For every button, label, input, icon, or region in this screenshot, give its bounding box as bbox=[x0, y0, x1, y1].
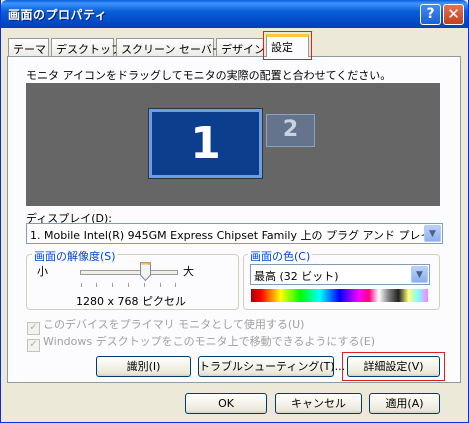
slider-tick bbox=[160, 283, 161, 287]
resolution-slider-track[interactable] bbox=[80, 270, 178, 275]
resolution-low-label: 小 bbox=[37, 265, 48, 278]
settings-tab-highlight bbox=[263, 31, 312, 60]
troubleshoot-button[interactable]: トラブルシューティング(T)... bbox=[198, 356, 345, 377]
color-sample-bar bbox=[251, 289, 428, 302]
slider-tick bbox=[96, 283, 97, 287]
chevron-down-icon[interactable]: ▼ bbox=[424, 225, 441, 242]
tab-desktop[interactable]: デスクトップ bbox=[51, 38, 122, 56]
cancel-button[interactable]: キャンセル bbox=[275, 393, 362, 414]
resolution-title: 画面の解像度(S) bbox=[32, 248, 118, 264]
slider-tick bbox=[112, 283, 113, 287]
close-button[interactable]: ✕ bbox=[443, 4, 464, 25]
resolution-value: 1280 x 768 ピクセル bbox=[76, 295, 186, 308]
window-title: 画面のプロパティ bbox=[8, 8, 108, 22]
instruction-text: モニタ アイコンをドラッグしてモニタの実際の配置と合わせてください。 bbox=[26, 69, 392, 82]
identify-button[interactable]: 識別(I) bbox=[96, 356, 191, 377]
monitor-1-icon[interactable]: 1 bbox=[148, 108, 263, 179]
resolution-slider-thumb[interactable] bbox=[140, 262, 152, 281]
tab-appearance[interactable]: デザイン bbox=[216, 38, 265, 56]
slider-tick bbox=[175, 283, 176, 287]
display-select-value: 1. Mobile Intel(R) 945GM Express Chipset… bbox=[30, 229, 425, 242]
color-select[interactable]: 最高 (32 ビット) ▼ bbox=[250, 264, 430, 285]
title-bar[interactable]: 画面のプロパティ ? ✕ bbox=[1, 0, 468, 28]
extend-desktop-label: Windows デスクトップをこのモニタ上で移動できるようにする(E) bbox=[43, 335, 376, 348]
checkmark-icon: ✓ bbox=[27, 339, 40, 352]
help-button[interactable]: ? bbox=[420, 4, 441, 25]
tab-screensaver[interactable]: スクリーン セーバー bbox=[116, 38, 223, 56]
display-select[interactable]: 1. Mobile Intel(R) 945GM Express Chipset… bbox=[26, 223, 443, 244]
slider-tick bbox=[128, 283, 129, 287]
ok-button[interactable]: OK bbox=[185, 393, 267, 414]
apply-button[interactable]: 適用(A) bbox=[369, 393, 440, 414]
monitor-2-icon[interactable]: 2 bbox=[266, 114, 315, 147]
chevron-down-icon[interactable]: ▼ bbox=[411, 266, 428, 283]
extend-desktop-checkbox[interactable]: ✓ Windows デスクトップをこのモニタ上で移動できるようにする(E) bbox=[27, 333, 375, 352]
slider-tick bbox=[144, 283, 145, 287]
resolution-high-label: 大 bbox=[183, 265, 194, 278]
primary-monitor-label: このデバイスをプライマリ モニタとして使用する(U) bbox=[43, 318, 305, 331]
slider-tick bbox=[81, 283, 82, 287]
color-title: 画面の色(C) bbox=[248, 248, 313, 264]
color-select-value: 最高 (32 ビット) bbox=[254, 270, 339, 283]
advanced-button-highlight bbox=[342, 352, 445, 381]
tab-themes[interactable]: テーマ bbox=[8, 38, 49, 56]
